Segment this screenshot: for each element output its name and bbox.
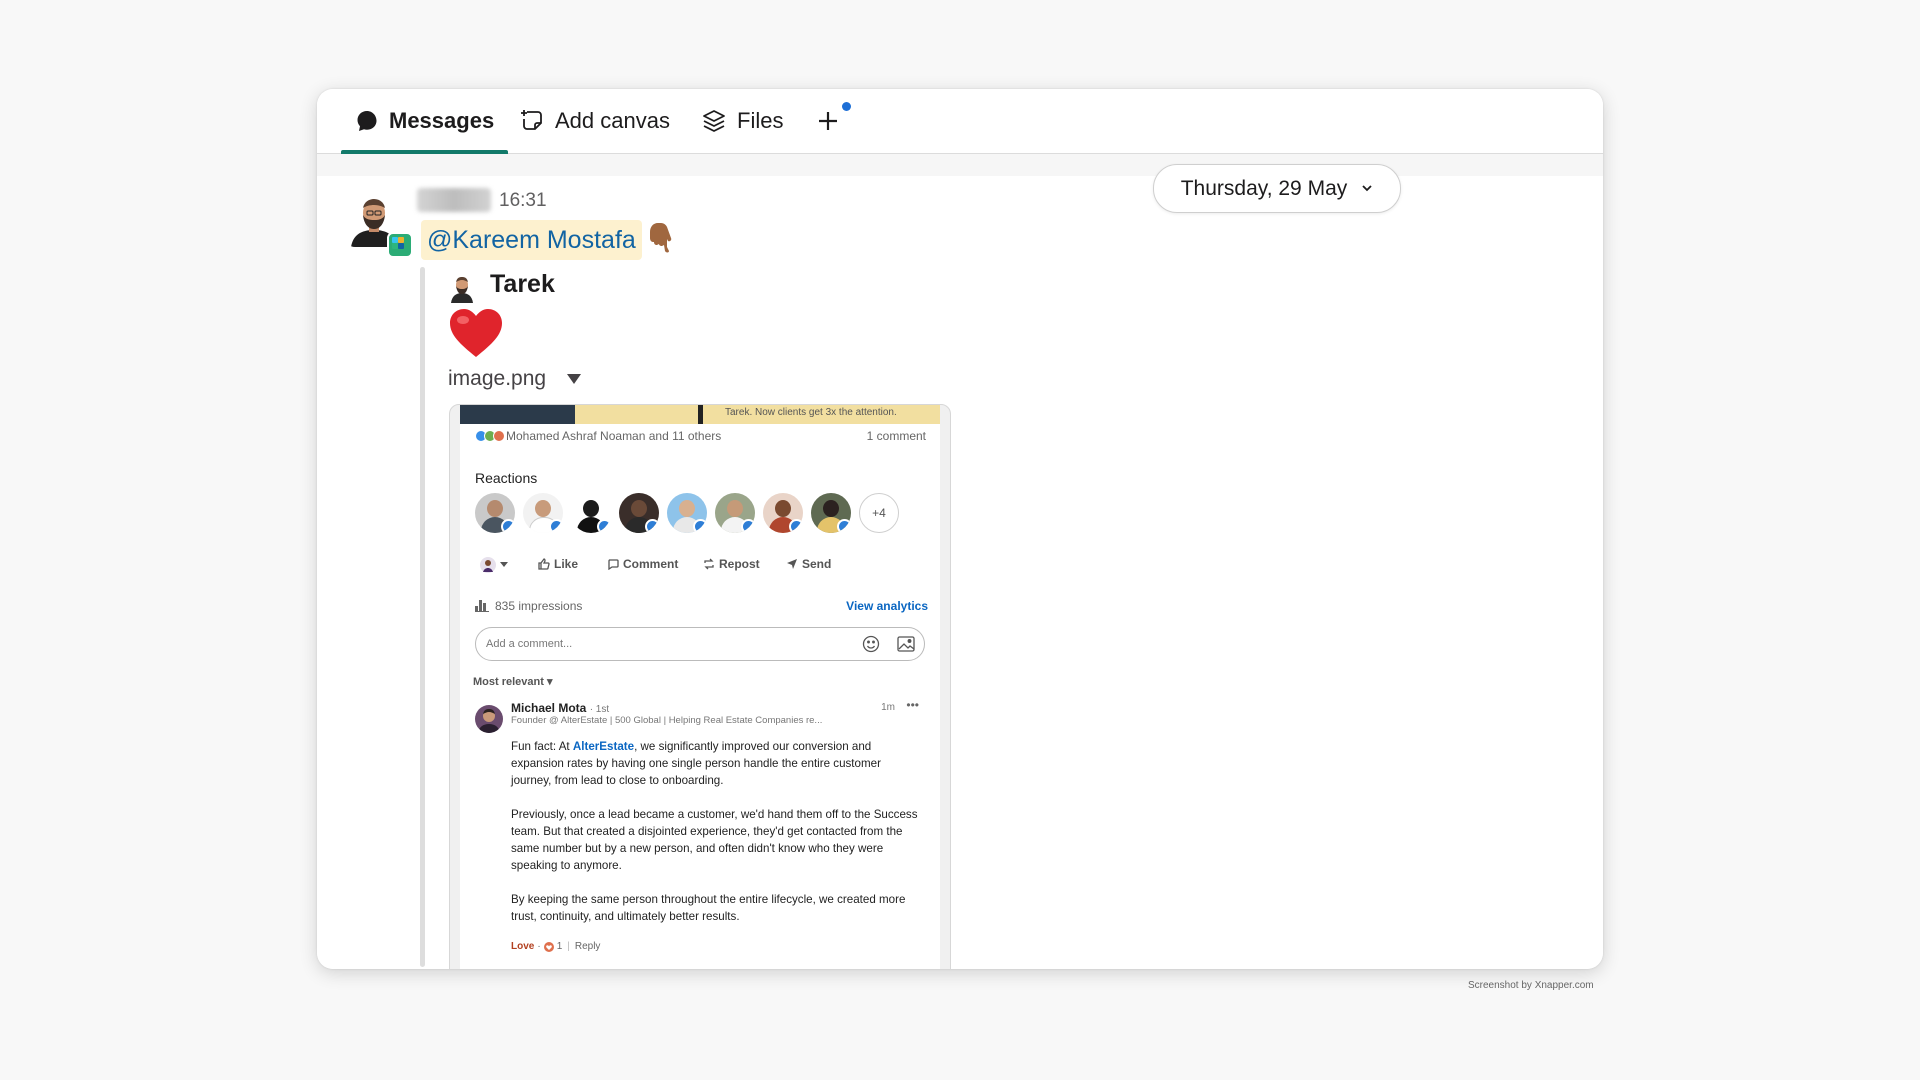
reactor-avatars: +4 (475, 493, 899, 533)
linkedin-post-card: Tarek. Now clients get 3x the attention.… (460, 405, 940, 969)
add-canvas-icon (521, 110, 542, 130)
comments-count: 1 comment (866, 429, 926, 443)
commenter-name-text: Michael Mota (511, 701, 587, 715)
add-comment-placeholder: Add a comment... (486, 638, 573, 650)
tab-add-canvas[interactable]: Add canvas (519, 89, 670, 153)
comment-more-icon[interactable]: ••• (906, 698, 919, 712)
point-down-emoji (650, 223, 672, 253)
like-button[interactable]: Like (538, 557, 578, 571)
tab-messages-label: Messages (389, 108, 495, 133)
quote-bar (420, 267, 425, 967)
quoted-author-avatar[interactable] (449, 273, 475, 303)
reactor-avatar (811, 493, 851, 533)
repost-label: Repost (719, 557, 760, 571)
plus-icon[interactable] (814, 107, 842, 135)
love-count: 1 (556, 941, 563, 952)
messages-icon (357, 111, 377, 131)
love-reaction-button[interactable]: Love (511, 941, 534, 952)
comment-time: 1m (881, 702, 895, 713)
reactors-text: Mohamed Ashraf Noaman and 11 others (506, 429, 722, 443)
post-banner-image: Tarek. Now clients get 3x the attention. (460, 405, 940, 424)
comment-body: Fun fact: At AlterEstate, we significant… (511, 738, 921, 942)
quoted-author-name[interactable]: Tarek (490, 270, 555, 299)
app-badge-icon (387, 232, 413, 258)
comment-label: Comment (623, 557, 679, 571)
channel-tab-bar: Messages Add canvas Files (317, 89, 1603, 154)
chevron-down-icon (1361, 181, 1373, 197)
caret-down-icon[interactable] (565, 372, 583, 386)
tab-messages[interactable]: Messages (340, 89, 509, 154)
post-actions: Like Comment Repost Send (470, 557, 930, 579)
commenter-headline: Founder @ AlterEstate | 500 Global | Hel… (511, 715, 823, 726)
comment-button[interactable]: Comment (607, 557, 678, 571)
attachment-file-name[interactable]: image.png (448, 367, 546, 391)
send-icon (787, 559, 797, 569)
reactor-avatar (523, 493, 563, 533)
comment-icon (608, 559, 619, 570)
commenter-avatar[interactable] (475, 705, 503, 733)
image-attachment-preview[interactable]: Tarek. Now clients get 3x the attention.… (449, 404, 951, 969)
date-divider-button[interactable]: Thursday, 29 May (1153, 164, 1401, 213)
impressions-text: 835 impressions (495, 599, 583, 613)
tab-files[interactable]: Files (701, 89, 783, 153)
pane-top-shade (317, 154, 1603, 176)
like-label: Like (554, 557, 579, 571)
message-timestamp[interactable]: 16:31 (499, 190, 547, 212)
reactions-heading: Reactions (475, 470, 538, 486)
send-label: Send (802, 557, 832, 571)
commenter-name[interactable]: Michael Mota · 1st (511, 701, 609, 715)
sort-comments-dropdown[interactable]: Most relevant ▾ (473, 675, 553, 688)
impressions-stat: 835 impressions (475, 599, 582, 613)
reactor-avatar (667, 493, 707, 533)
actor-avatar-icon (480, 557, 496, 573)
reactor-avatar (475, 493, 515, 533)
love-icon (543, 941, 554, 952)
actor-switcher[interactable] (480, 557, 512, 573)
add-comment-input[interactable]: Add a comment... (475, 627, 925, 661)
repost-button[interactable]: Repost (703, 557, 760, 571)
slack-window: Messages Add canvas Files Thursday, 29 M… (317, 89, 1603, 969)
more-reactors-button[interactable]: +4 (859, 493, 899, 533)
view-analytics-link[interactable]: View analytics (846, 599, 928, 613)
reactors-summary: Mohamed Ashraf Noaman and 11 others (475, 429, 721, 443)
user-mention[interactable]: @Kareem Mostafa (421, 220, 642, 260)
watermark: Screenshot by Xnapper.com (1468, 980, 1594, 991)
comment-paragraph: By keeping the same person throughout th… (511, 893, 906, 923)
company-link[interactable]: AlterEstate (573, 740, 634, 753)
notification-dot (842, 102, 851, 111)
send-button[interactable]: Send (786, 557, 831, 571)
comment-paragraph: Previously, once a lead became a custome… (511, 808, 918, 872)
repost-icon (704, 558, 714, 570)
sender-name-redacted (417, 188, 491, 212)
reactor-avatar (619, 493, 659, 533)
reactor-avatar (571, 493, 611, 533)
reply-button[interactable]: Reply (575, 941, 601, 952)
reaction-types-icon (475, 430, 505, 442)
files-icon (703, 110, 725, 132)
heart-emoji (450, 309, 502, 357)
bar-chart-icon (475, 600, 489, 612)
chevron-down-icon (500, 562, 508, 567)
image-icon[interactable] (897, 636, 915, 652)
reactor-avatar (715, 493, 755, 533)
emoji-icon[interactable] (862, 635, 880, 653)
post-banner-text: Tarek. Now clients get 3x the attention. (725, 407, 897, 418)
tab-add-canvas-label: Add canvas (555, 108, 670, 133)
thumbs-up-icon (538, 558, 550, 570)
comment-paragraph: Fun fact: At AlterEstate, we significant… (511, 740, 881, 787)
tab-files-label: Files (737, 108, 784, 133)
reactor-avatar (763, 493, 803, 533)
date-label: Thursday, 29 May (1180, 176, 1348, 200)
comment-footer: Love · 1 | Reply (511, 941, 601, 952)
connection-degree: · 1st (589, 704, 610, 715)
